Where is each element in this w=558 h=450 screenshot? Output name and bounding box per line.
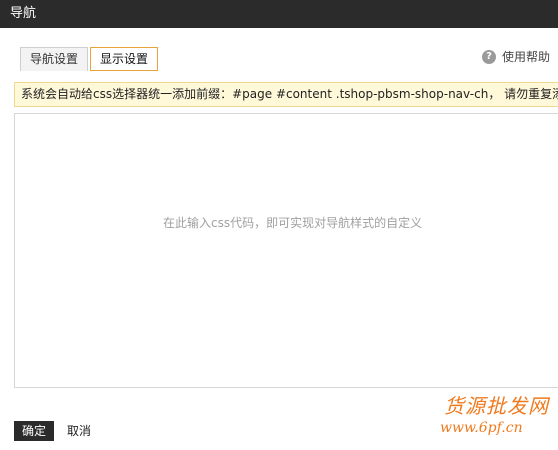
watermark-line1: 货源批发网 xyxy=(444,394,549,418)
css-editor xyxy=(14,113,558,388)
site-watermark: 货源批发网 www.6pf.cn xyxy=(424,388,558,444)
css-code-input[interactable] xyxy=(15,114,558,387)
prefix-notice: 系统会自动给css选择器统一添加前缀：#page #content .tshop… xyxy=(14,82,558,107)
help-label: 使用帮助 xyxy=(501,50,550,64)
tab-bar: 导航设置 显示设置 xyxy=(20,47,159,71)
tab-display-settings[interactable]: 显示设置 xyxy=(90,47,159,71)
notice-text: 系统会自动给css选择器统一添加前缀：#page #content .tshop… xyxy=(21,87,558,101)
tab-nav-settings[interactable]: 导航设置 xyxy=(20,47,89,71)
help-link[interactable]: ? 使用帮助 xyxy=(481,48,550,66)
cancel-button[interactable]: 取消 xyxy=(60,421,98,441)
confirm-button[interactable]: 确定 xyxy=(14,421,54,441)
question-circle-icon: ? xyxy=(481,50,496,64)
dialog-titlebar: 导航 xyxy=(0,0,558,28)
watermark-line2: www.6pf.cn xyxy=(440,420,523,436)
dialog-title: 导航 xyxy=(10,6,37,21)
